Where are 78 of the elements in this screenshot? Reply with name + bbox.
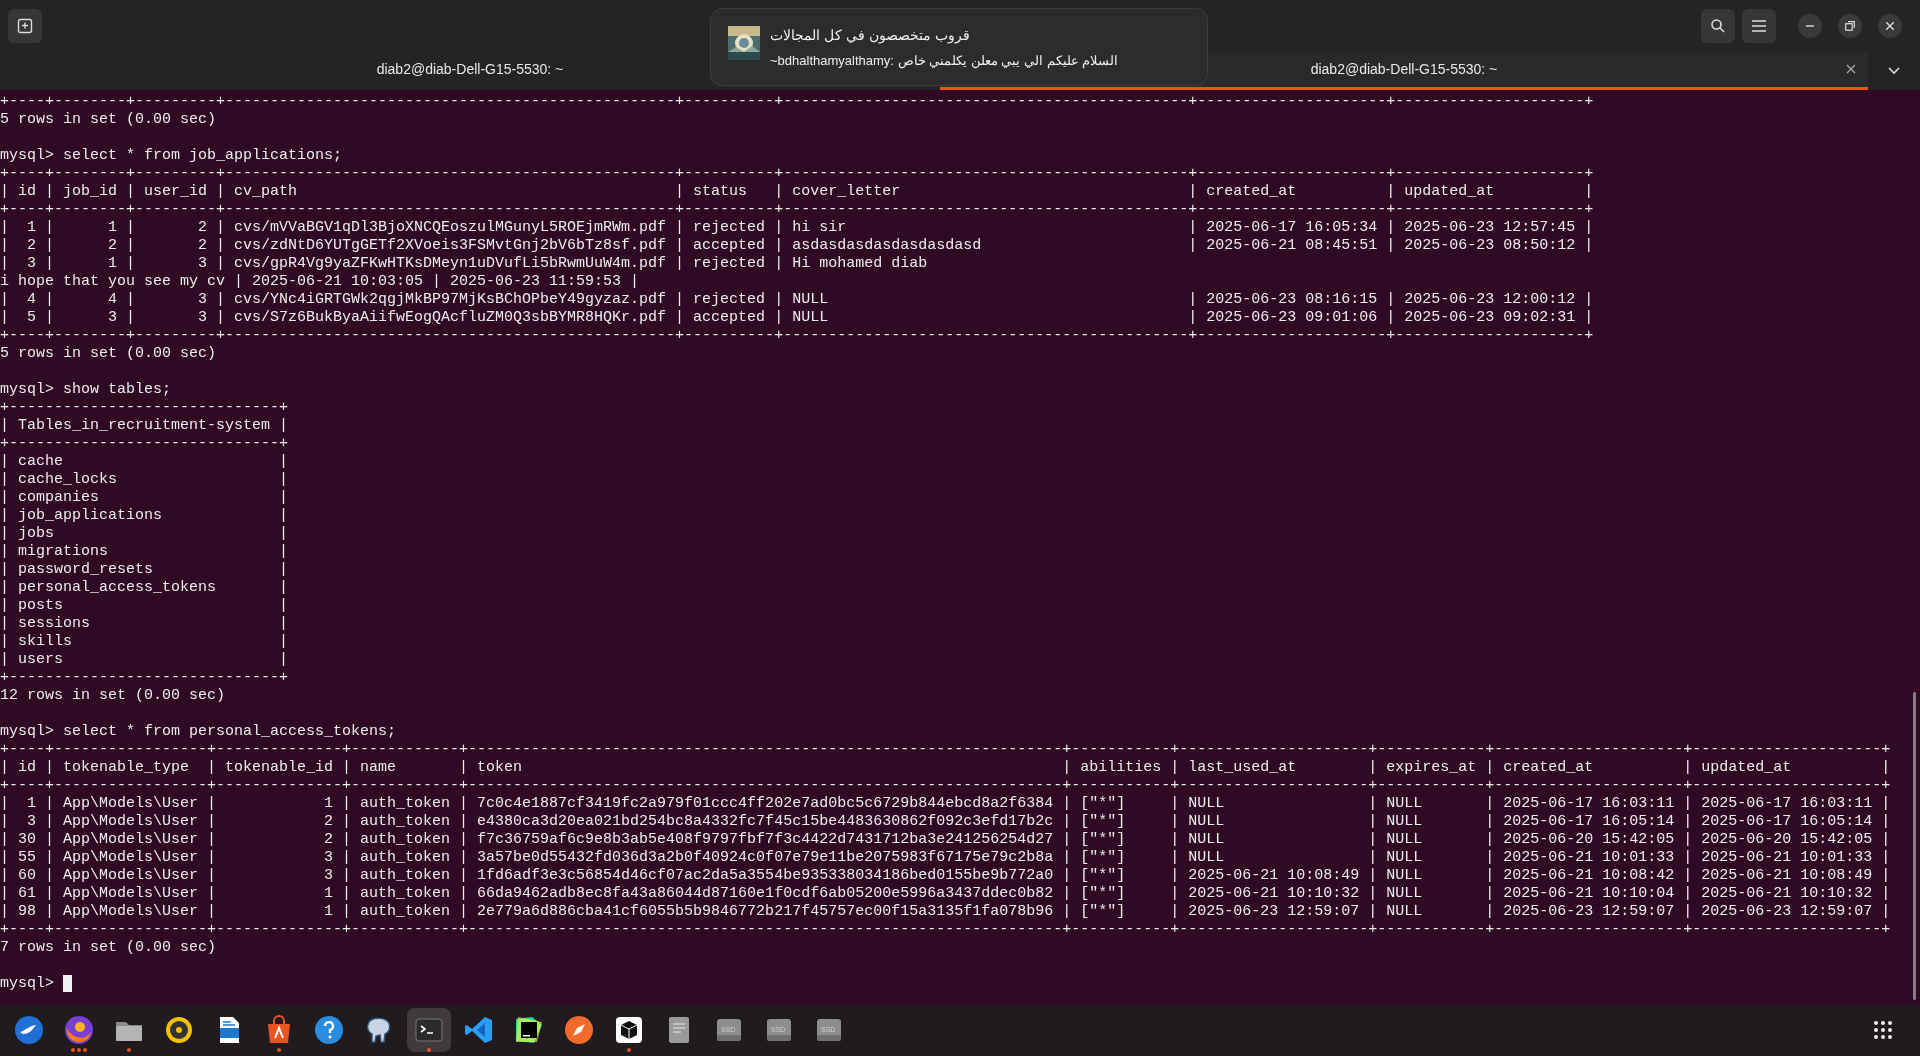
- output-line: | 61 | App\Models\User | 1 | auth_token | 66da9462adb8ec8fa43a86044d87160e1f0cdf6ab05200e5996a3437ddec0b82 | ["*"] | 2025-06-21 10:10:32 | NULL | 2025-06-21 10:10:04 | 2025-06-21 10:10:32 |: [0, 885, 1891, 903]
- maximize-button[interactable]: [1838, 14, 1862, 38]
- command-text: select * from job_applications;: [63, 147, 343, 165]
- command-text: show tables;: [63, 381, 172, 399]
- tab-close-icon[interactable]: [1846, 64, 1856, 74]
- menu-button[interactable]: [1742, 9, 1776, 43]
- output-line: +----+-----------------+--------------+------------+------------------------------------------------------------------+-----------+---------------------+------------+---------------------+---------------------+: [0, 741, 1891, 759]
- output-line: 5 rows in set (0.00 sec): [0, 111, 217, 129]
- compass-icon: [563, 1014, 595, 1046]
- command-text: select * from personal_access_tokens;: [63, 723, 397, 741]
- output-line: | posts |: [0, 597, 289, 615]
- output-line: i hope that you see my cv | 2025-06-21 10:03:05 | 2025-06-23 11:59:53 |: [0, 273, 640, 291]
- output-line: +----+--------+---------+--------------------------------------------------+----------+---------------------------------------------+---------------------+---------------------+: [0, 201, 1594, 219]
- output-line: | 2 | 2 | 2 | cvs/zdNtD6YUTgGETf2XVoeis3FSMvtGnj2bV6bTz8sf.pdf | accepted | asdasdasdasdasdasdasd | 2025-06-21 08:45:51 | 2025-06-23 08:50:12 |: [0, 237, 1594, 255]
- output-line: | 98 | App\Models\User | 1 | auth_token | 2e779a6d886cba41cf6055b5b9846772b217f45757ec00f15a3135f1fa078b96 | ["*"] | 2025-06-23 12:59:07 | NULL | 2025-06-23 12:59:07 | 2025-06-23 12:59:07 |: [0, 903, 1891, 921]
- output-line: | password_resets |: [0, 561, 289, 579]
- output-line: | id | tokenable_type | tokenable_id | name | token | abilities | last_used_at | expires_at | created_at | updated_at |: [0, 759, 1891, 777]
- output-line: +----+-----------------+--------------+------------+------------------------------------------------------------------+-----------+---------------------+------------+---------------------+---------------------+: [0, 777, 1891, 795]
- new-tab-icon: [17, 18, 33, 34]
- output-line: +----+--------+---------+--------------------------------------------------+----------+---------------------------------------------+---------------------+---------------------+: [0, 165, 1594, 183]
- disc-icon: [163, 1014, 195, 1046]
- output-line: 5 rows in set (0.00 sec): [0, 345, 217, 363]
- output-line: | migrations |: [0, 543, 289, 561]
- prompt: mysql>: [0, 975, 54, 993]
- running-indicator: [71, 1048, 87, 1052]
- prompt: mysql>: [0, 723, 54, 741]
- app-grid-icon: [1873, 1020, 1893, 1040]
- notification-card[interactable]: قروب متخصصون في كل المجالات ~bdhalthamyalthamy: السلام عليكم الي يبي معلن يكلمني خاص: [710, 8, 1208, 86]
- close-button[interactable]: [1878, 14, 1902, 38]
- new-tab-button[interactable]: [8, 9, 42, 43]
- output-line: | id | job_id | user_id | cv_path | status | cover_letter | created_at | updated_at |: [0, 183, 1594, 201]
- output-line: | personal_access_tokens |: [0, 579, 289, 597]
- prompt: mysql>: [0, 147, 54, 165]
- output-line: | 5 | 3 | 3 | cvs/S7z6BukByaAiifwEogQAcfluZM0Q3sbBYMR8HQKr.pdf | accepted | NULL | 2025-06-23 09:01:06 | 2025-06-23 09:02:31 |: [0, 309, 1594, 327]
- search-icon: [1710, 18, 1726, 34]
- output-line: | 60 | App\Models\User | 3 | auth_token | 1fd6adf3e3c56854d46cf07ac2da5a3554be935338034186bed0155be9b772a0 | ["*"] | 2025-06-21 10:08:49 | NULL | 2025-06-21 10:08:42 | 2025-06-21 10:08:49 |: [0, 867, 1891, 885]
- output-line: | users |: [0, 651, 289, 669]
- code-editor-icon: [463, 1014, 495, 1046]
- output-line: | 3 | App\Models\User | 2 | auth_token | e4380ca3d20ea021bd254bc8a4332fc7f45c15be4483630862f092c3efd17b2c | ["*"] | NULL | NULL | 2025-06-17 16:05:14 | 2025-06-17 16:05:14 |: [0, 813, 1891, 831]
- output-line: | 55 | App\Models\User | 3 | auth_token | 3a57be0d55432fd036d3a2b0f40924c0f07e79e11be2075983f67175e79c2b8a | ["*"] | NULL | NULL | 2025-06-21 10:01:33 | 2025-06-21 10:01:33 |: [0, 849, 1891, 867]
- output-line: +----+--------+---------+--------------------------------------------------+----------+---------------------------------------------+---------------------+---------------------+: [0, 327, 1594, 345]
- prompt: mysql>: [0, 381, 54, 399]
- notification-title: قروب متخصصون في كل المجالات: [770, 27, 970, 43]
- help-icon: [313, 1014, 345, 1046]
- output-line: 12 rows in set (0.00 sec): [0, 687, 226, 705]
- ide-icon: [513, 1014, 545, 1046]
- chevron-down-icon: [1888, 67, 1900, 75]
- running-indicator: [427, 1048, 431, 1052]
- output-line: | sessions |: [0, 615, 289, 633]
- output-line: | cache_locks |: [0, 471, 289, 489]
- output-line: | 3 | 1 | 3 | cvs/gpR4Vg9yaZFKwHTKsDMeyn1uDVufLi5bRwmUuW4m.pdf | rejected | Hi mohamed diab: [0, 255, 928, 273]
- output-line: +----+--------+---------+--------------------------------------------------+----------+---------------------------------------------+---------------------+---------------------+: [0, 93, 1594, 111]
- scrollbar[interactable]: [1913, 692, 1916, 1000]
- output-line: | cache |: [0, 453, 289, 471]
- close-icon: [1886, 22, 1894, 30]
- output-line: | companies |: [0, 489, 289, 507]
- running-indicator: [627, 1048, 631, 1052]
- output-line: +----+-----------------+--------------+------------+------------------------------------------------------------------+-----------+---------------------+------------+---------------------+---------------------+: [0, 921, 1891, 939]
- output-line: | job_applications |: [0, 507, 289, 525]
- search-button[interactable]: [1701, 9, 1735, 43]
- running-indicator: [277, 1048, 281, 1052]
- output-line: | 4 | 4 | 3 | cvs/YNc4iGRTGWk2qgjMkBP97MjKsBChOPbeY49gyzaz.pdf | rejected | NULL | 2025-06-23 08:16:15 | 2025-06-23 12:00:12 |: [0, 291, 1594, 309]
- output-line: 7 rows in set (0.00 sec): [0, 939, 217, 957]
- output-line: | jobs |: [0, 525, 289, 543]
- cube-icon: [613, 1014, 645, 1046]
- minimize-icon: [1806, 25, 1814, 27]
- output-line: | Tables_in_recruitment-system |: [0, 417, 289, 435]
- menu-icon: [1752, 20, 1766, 32]
- restore-icon: [1845, 21, 1855, 31]
- output-line: +------------------------------+: [0, 435, 289, 453]
- output-line: +------------------------------+: [0, 669, 289, 687]
- minimize-button[interactable]: [1798, 14, 1822, 38]
- output-line: | 1 | 1 | 2 | cvs/mVVaBGV1qDl3BjoXNCQEoszulMGunyL5ROEjmRWm.pdf | rejected | hi sir | 2025-06-17 16:05:34 | 2025-06-23 12:57:45 |: [0, 219, 1594, 237]
- output-line: | 30 | App\Models\User | 2 | auth_token | f7c36759af6c9e8b3ab5e408f9797fbf7f3c4422d7431712ba3e241256254d27 | ["*"] | NULL | NULL | 2025-06-20 15:42:05 | 2025-06-20 15:42:05 |: [0, 831, 1891, 849]
- output-line: +------------------------------+: [0, 399, 289, 417]
- output-line: | 1 | App\Models\User | 1 | auth_token | 7c0c4e1887cf3419fc2a979f01ccc4ff202e7ad0bc5c6729b844ebcd8a2f6384 | ["*"] | NULL | NULL | 2025-06-17 16:03:11 | 2025-06-17 16:03:11 |: [0, 795, 1891, 813]
- output-line: | skills |: [0, 633, 289, 651]
- running-indicator: [127, 1048, 131, 1052]
